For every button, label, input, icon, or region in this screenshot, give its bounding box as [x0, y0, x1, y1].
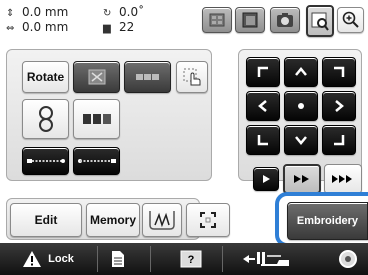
mirror-button[interactable]: [73, 61, 120, 93]
stitch-pattern-icon: [149, 211, 175, 230]
help-button[interactable]: [100, 243, 136, 275]
stitch-left-button[interactable]: [22, 147, 69, 175]
rotate-icon: ↻: [103, 8, 112, 19]
zoom-in-icon: [342, 11, 359, 28]
corner-up-left-icon: [257, 66, 268, 77]
color-grid-icon: [209, 13, 225, 27]
move-up-button[interactable]: [284, 57, 318, 87]
svg-text:?: ?: [188, 254, 195, 266]
corner-up-right-icon: [334, 66, 345, 77]
horizontal-position-value: 0.0 mm: [22, 5, 69, 19]
move-up-left-button[interactable]: [246, 57, 280, 87]
move-down-left-button[interactable]: [246, 125, 280, 155]
frame-corners-icon: [200, 212, 216, 228]
warning-triangle-icon: [23, 251, 42, 267]
zoom-button[interactable]: [337, 7, 364, 33]
memory-label: Memory: [89, 213, 136, 227]
speed-medium-button[interactable]: [283, 164, 321, 194]
angle-value: 0.0˚: [119, 5, 145, 19]
center-dot-icon: [298, 103, 304, 109]
move-hand-button[interactable]: [176, 61, 208, 93]
embroidery-edit-screen: ⇕ 0.0 mm ⇔ 0.0 mm ↻ 0.0˚ ▆ 22 Rotate Edi…: [0, 0, 368, 275]
arrow-right-icon: [335, 100, 344, 112]
move-right-button[interactable]: [322, 91, 356, 121]
rotate-label: Rotate: [26, 70, 65, 84]
vertical-move-icon: ⇔: [6, 23, 15, 34]
move-down-right-button[interactable]: [322, 125, 356, 155]
density-button[interactable]: [124, 61, 171, 93]
presser-foot-button[interactable]: [236, 243, 296, 275]
angle-readout: ↻ 0.0˚: [103, 5, 144, 19]
vertical-position-readout: ⇔ 0.0 mm: [6, 20, 68, 34]
move-up-right-button[interactable]: [322, 57, 356, 87]
thread-count-value: 22: [119, 20, 135, 34]
array-button[interactable]: [73, 99, 120, 139]
embroidery-label: Embroidery: [296, 215, 359, 227]
preview-button[interactable]: [306, 5, 334, 37]
lock-button[interactable]: Lock: [6, 243, 90, 275]
vertical-position-value: 0.0 mm: [22, 20, 69, 34]
preview-magnify-icon: [311, 12, 329, 31]
arrow-down-icon: [295, 136, 307, 145]
stitch-pattern-button[interactable]: [142, 203, 182, 237]
camera-icon: [277, 13, 293, 27]
fastest-forward-icon: [332, 175, 352, 183]
pattern-info-icon: ?: [180, 250, 202, 268]
corner-down-left-icon: [257, 135, 268, 146]
thread-spool-icon: ▆: [103, 23, 111, 34]
stitch-right-button[interactable]: [73, 147, 120, 175]
fast-forward-icon: [294, 175, 309, 183]
horizontal-move-icon: ⇕: [6, 8, 15, 19]
move-left-button[interactable]: [246, 91, 280, 121]
trial-button[interactable]: [186, 203, 230, 237]
play-icon: [263, 175, 270, 183]
corner-down-right-icon: [334, 135, 345, 146]
presser-foot-icon: [243, 252, 289, 266]
settings-button[interactable]: [328, 243, 368, 275]
camera-preview-button[interactable]: [270, 7, 300, 33]
embroidery-button[interactable]: Embroidery: [287, 202, 368, 240]
stitch-right-icon: [77, 159, 116, 163]
gear-icon: [339, 250, 357, 268]
thread-count-readout: ▆ 22: [103, 20, 134, 34]
background-color-button[interactable]: [235, 7, 265, 33]
edit-button[interactable]: Edit: [10, 203, 82, 237]
speed-slow-button[interactable]: [253, 167, 279, 191]
display-color-button[interactable]: [202, 7, 232, 33]
density-icon: [135, 74, 159, 80]
border-button[interactable]: [22, 99, 69, 139]
move-down-button[interactable]: [284, 125, 318, 155]
document-icon: [112, 251, 124, 267]
array-icon: [82, 114, 111, 124]
arrow-up-icon: [295, 67, 307, 76]
edit-label: Edit: [34, 213, 58, 227]
center-button[interactable]: [284, 91, 318, 121]
stitch-left-icon: [26, 159, 65, 163]
pattern-explanation-button[interactable]: ?: [176, 243, 206, 275]
bottom-bar-divider: [150, 246, 151, 272]
loop-icon: [38, 106, 53, 132]
bottom-bar-divider: [222, 246, 223, 272]
mirror-icon: [88, 69, 105, 85]
horizontal-position-readout: ⇕ 0.0 mm: [6, 5, 68, 19]
lock-label: Lock: [48, 253, 74, 265]
rotate-button[interactable]: Rotate: [22, 61, 69, 93]
speed-fast-button[interactable]: [324, 164, 362, 194]
bottom-bar-divider: [97, 246, 98, 272]
arrow-left-icon: [258, 100, 267, 112]
memory-button[interactable]: Memory: [86, 203, 140, 237]
status-bar: ⇕ 0.0 mm ⇔ 0.0 mm ↻ 0.0˚ ▆ 22: [0, 0, 368, 46]
background-icon: [242, 12, 258, 28]
hand-icon: [183, 68, 201, 86]
